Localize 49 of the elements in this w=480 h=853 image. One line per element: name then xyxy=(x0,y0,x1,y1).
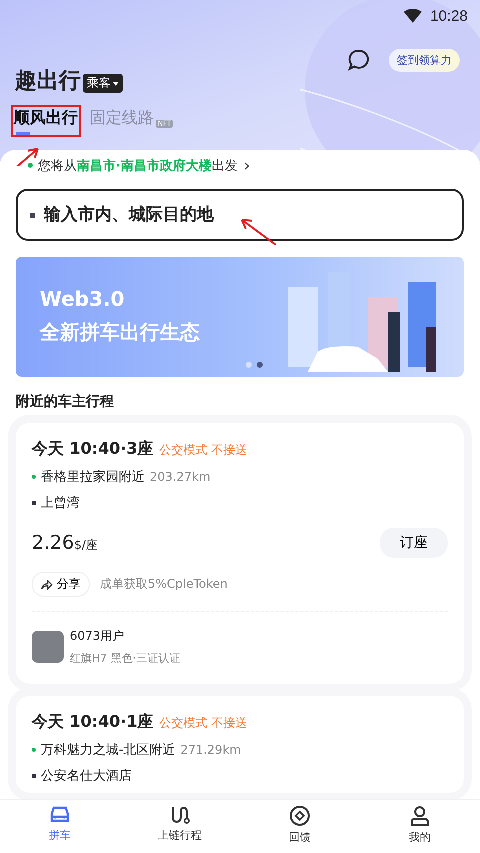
trip-time-seats: 今天 10:40·1座 xyxy=(32,712,154,733)
status-time: 10:28 xyxy=(430,8,468,24)
share-icon xyxy=(41,580,53,590)
target-icon xyxy=(289,805,311,827)
car-icon xyxy=(49,805,71,825)
dot-icon xyxy=(32,748,36,752)
dot-icon xyxy=(28,163,33,168)
banner-title: Web3.0 xyxy=(40,287,126,311)
trip-time-seats: 今天 10:40·3座 xyxy=(32,439,154,460)
origin-line: 您将从南昌市·南昌市政府大楼出发 › xyxy=(28,156,480,175)
route-icon xyxy=(169,805,191,825)
share-button[interactable]: 分享 xyxy=(32,572,90,597)
trip-mode: 公交模式 不接送 xyxy=(160,442,248,459)
annotation-arrow xyxy=(238,217,278,247)
trip-destination: 上曾湾 xyxy=(41,495,80,512)
trip-mode: 公交模式 不接送 xyxy=(160,715,248,732)
trip-origin: 万科魅力之城-北区附近 xyxy=(41,742,176,759)
trip-card[interactable]: 今天 10:40·3座 公交模式 不接送 香格里拉家园附近 203.27km 上曾湾 2.26$/座 订座 分享 成单获取5%CpleToken 6073用户 红旗H7 黑色·三证认证 xyxy=(16,423,464,684)
trip-destination: 公安名仕大酒店 xyxy=(41,768,132,785)
role-dropdown[interactable]: 乘客 xyxy=(83,74,123,93)
car-info: 红旗H7 黑色·三证认证 xyxy=(70,651,180,666)
trip-distance: 203.27km xyxy=(150,470,211,484)
nav-item[interactable]: 上链行程 xyxy=(120,800,240,853)
square-bullet-icon xyxy=(32,774,36,778)
checkin-button[interactable]: 签到领算力 xyxy=(389,48,460,72)
caret-icon xyxy=(113,82,119,86)
message-icon[interactable] xyxy=(347,48,371,72)
app-title: 趣出行 xyxy=(15,68,81,96)
trip-card[interactable]: 今天 10:40·1座 公交模式 不接送 万科魅力之城-北区附近 271.29km 公安名仕大酒店 xyxy=(16,696,464,793)
dot-icon xyxy=(32,475,36,479)
trip-distance: 271.29km xyxy=(180,743,242,757)
nav-item[interactable]: 回馈 xyxy=(240,800,360,853)
destination-field[interactable]: 输入市内、城际目的地 xyxy=(16,189,464,241)
book-button[interactable]: 订座 xyxy=(380,528,448,558)
banner-subtitle: 全新拼车出行生态 xyxy=(40,319,200,346)
carousel-dot[interactable] xyxy=(246,362,252,368)
user-icon xyxy=(409,805,431,827)
nav-item[interactable]: 我的 xyxy=(360,800,480,853)
section-title: 附近的车主行程 xyxy=(16,393,115,411)
square-bullet-icon xyxy=(30,213,35,218)
nav-item[interactable]: 拼车 xyxy=(0,800,120,853)
photo-placeholder xyxy=(32,631,64,663)
driver-name: 6073用户 xyxy=(70,628,126,645)
reward-note: 成单获取5%CpleToken xyxy=(100,576,228,593)
trip-price: 2.26$/座 xyxy=(32,532,98,554)
wifi-icon xyxy=(404,9,422,23)
square-bullet-icon xyxy=(32,501,36,505)
carousel-dot[interactable] xyxy=(257,362,263,368)
trip-origin: 香格里拉家园附近 xyxy=(41,469,145,486)
